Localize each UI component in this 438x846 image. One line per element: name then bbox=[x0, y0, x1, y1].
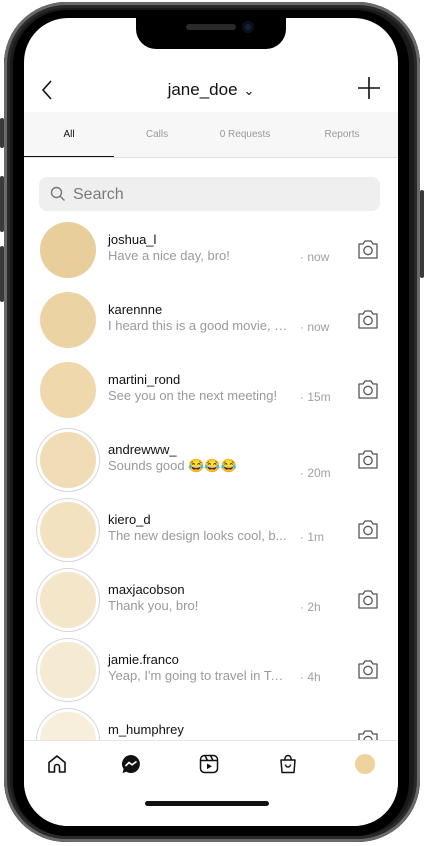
message-username: martini_rond bbox=[108, 372, 181, 387]
avatar[interactable] bbox=[40, 222, 96, 278]
tab-calls[interactable]: Calls bbox=[114, 112, 200, 157]
shop-icon[interactable] bbox=[277, 753, 299, 775]
message-username: m_humphrey bbox=[108, 722, 184, 737]
avatar[interactable] bbox=[37, 639, 99, 701]
notch bbox=[136, 18, 286, 49]
message-preview: See you on the next meeting! bbox=[108, 388, 278, 403]
search-input[interactable] bbox=[71, 177, 375, 213]
avatar[interactable] bbox=[37, 429, 99, 491]
message-preview: I heard this is a good movie, s... bbox=[108, 318, 288, 333]
message-row[interactable]: maxjacobson Thank you, bro! · 2h bbox=[24, 568, 398, 638]
message-preview: The new design looks cool, b... bbox=[108, 528, 287, 543]
camera-icon[interactable] bbox=[356, 518, 380, 540]
home-icon[interactable] bbox=[46, 753, 68, 775]
avatar[interactable] bbox=[40, 362, 96, 418]
bottom-nav bbox=[24, 740, 398, 826]
screen: jane_doe ⌄ All Calls 0 Requests Reports j… bbox=[24, 18, 398, 826]
message-username: kiero_d bbox=[108, 512, 151, 527]
volume-down-button bbox=[0, 246, 4, 302]
camera-icon[interactable] bbox=[356, 588, 380, 610]
message-preview: Yeap, I'm going to travel in To... bbox=[108, 668, 288, 683]
message-username: jamie.franco bbox=[108, 652, 179, 667]
messenger-icon[interactable] bbox=[120, 753, 142, 775]
message-row[interactable]: jamie.franco Yeap, I'm going to travel i… bbox=[24, 638, 398, 708]
message-time: · 4h bbox=[300, 670, 321, 684]
message-time: · now bbox=[300, 250, 330, 264]
header: jane_doe ⌄ bbox=[24, 68, 398, 112]
profile-avatar[interactable] bbox=[355, 754, 375, 774]
front-camera bbox=[242, 21, 254, 33]
username-title: jane_doe bbox=[167, 80, 238, 99]
message-username: joshua_l bbox=[108, 232, 157, 247]
search-bar[interactable] bbox=[39, 177, 380, 213]
message-time: · now bbox=[300, 320, 330, 334]
tab-all[interactable]: All bbox=[24, 112, 114, 157]
message-row[interactable]: joshua_l Have a nice day, bro! · now bbox=[24, 218, 398, 288]
message-preview: Sounds good 😂😂😂 bbox=[108, 458, 237, 473]
camera-icon[interactable] bbox=[356, 658, 380, 680]
avatar[interactable] bbox=[37, 499, 99, 561]
account-switcher[interactable]: jane_doe ⌄ bbox=[24, 80, 398, 100]
tab-bar: All Calls 0 Requests Reports bbox=[24, 112, 398, 158]
camera-icon[interactable] bbox=[356, 238, 380, 260]
avatar[interactable] bbox=[40, 292, 96, 348]
message-username: andrewww_ bbox=[108, 442, 177, 457]
message-time: · 2h bbox=[300, 600, 321, 614]
message-row[interactable]: kiero_d The new design looks cool, b... … bbox=[24, 498, 398, 568]
message-preview: Thank you, bro! bbox=[108, 598, 199, 613]
plus-icon[interactable] bbox=[356, 75, 382, 101]
message-username: maxjacobson bbox=[108, 582, 185, 597]
search-icon bbox=[50, 186, 65, 201]
mute-switch bbox=[0, 118, 4, 148]
tab-reports[interactable]: Reports bbox=[294, 112, 390, 157]
camera-icon[interactable] bbox=[356, 378, 380, 400]
message-time: · 15m bbox=[300, 390, 331, 404]
volume-up-button bbox=[0, 176, 4, 232]
home-indicator[interactable] bbox=[145, 801, 269, 806]
message-username: karennne bbox=[108, 302, 163, 317]
chevron-down-icon: ⌄ bbox=[243, 83, 255, 98]
message-row[interactable]: karennne I heard this is a good movie, s… bbox=[24, 288, 398, 358]
message-time: · 1m bbox=[300, 530, 324, 544]
message-time: · 20m bbox=[300, 466, 331, 480]
reels-icon[interactable] bbox=[198, 753, 220, 775]
avatar[interactable] bbox=[37, 569, 99, 631]
camera-icon[interactable] bbox=[356, 448, 380, 470]
tab-requests[interactable]: 0 Requests bbox=[200, 112, 290, 157]
speaker bbox=[186, 24, 236, 30]
message-preview: Have a nice day, bro! bbox=[108, 248, 230, 263]
power-button bbox=[420, 190, 424, 278]
message-row[interactable]: andrewww_ Sounds good 😂😂😂 · 20m bbox=[24, 428, 398, 498]
camera-icon[interactable] bbox=[356, 308, 380, 330]
message-row[interactable]: martini_rond See you on the next meeting… bbox=[24, 358, 398, 428]
